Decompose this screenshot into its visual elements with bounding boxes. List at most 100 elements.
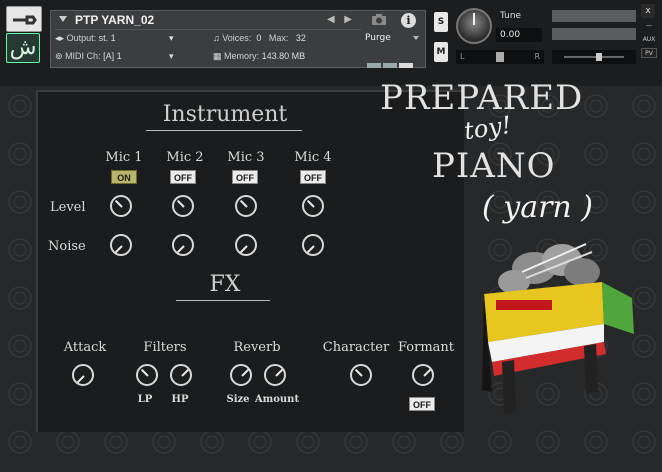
brand-toy: toy! <box>462 110 514 146</box>
formant-label: Formant <box>397 340 455 355</box>
mic-3-level-knob[interactable] <box>235 195 257 217</box>
volume-track <box>564 56 624 58</box>
brand-yarn: ( yarn ) <box>482 190 593 225</box>
purge-menu[interactable]: Purge <box>365 33 421 47</box>
aux-button[interactable]: AUX <box>641 36 657 43</box>
info-icon[interactable]: i <box>401 13 416 28</box>
pan-slider[interactable]: L R <box>456 50 544 64</box>
level-row-label: Level <box>50 200 86 215</box>
memory-label: Memory: <box>224 51 260 61</box>
character-label: Character <box>322 340 390 355</box>
meter-segment <box>399 63 413 68</box>
max-voices-value[interactable]: 32 <box>296 33 306 43</box>
camera-icon[interactable] <box>371 13 387 27</box>
reverb-label: Reverb <box>233 340 281 355</box>
volume-handle[interactable] <box>596 53 602 61</box>
mic-4-toggle[interactable]: OFF <box>300 170 326 184</box>
knob-indicator <box>114 199 123 208</box>
knob-indicator <box>140 368 149 377</box>
dropdown-caret-icon: ▾ <box>169 33 174 43</box>
knob-indicator <box>239 245 248 254</box>
instrument-logo-icon[interactable]: ش <box>6 33 40 63</box>
hp-filter-knob[interactable] <box>170 364 192 386</box>
voices-icon: ♫ <box>213 33 220 43</box>
size-label: Size <box>226 394 250 405</box>
mic-1-toggle[interactable]: ON <box>111 170 137 184</box>
character-knob[interactable] <box>350 364 372 386</box>
purge-meters <box>367 53 419 68</box>
memory-row: ▦ Memory: 143.80 MB <box>213 51 305 62</box>
dropdown-caret-icon <box>413 36 419 40</box>
output-row[interactable]: ◂▸ Output: st. 1 <box>55 33 116 44</box>
mic-3-toggle[interactable]: OFF <box>232 170 258 184</box>
header-divider <box>55 29 361 30</box>
output-value: st. 1 <box>98 33 116 43</box>
amount-label: Amount <box>254 394 300 405</box>
purge-label: Purge <box>365 33 391 43</box>
max-label: Max: <box>268 33 289 43</box>
midi-row[interactable]: ⊚ MIDI Ch: [A] 1 <box>55 51 122 62</box>
attack-label: Attack <box>63 340 107 355</box>
mic-2-level-knob[interactable] <box>172 195 194 217</box>
next-arrow-icon[interactable]: ▶ <box>344 14 352 25</box>
lp-filter-knob[interactable] <box>136 364 158 386</box>
reverb-size-knob[interactable] <box>230 364 252 386</box>
minimize-icon[interactable]: — <box>641 22 657 29</box>
instrument-name[interactable]: PTP YARN_02 <box>59 13 154 27</box>
tune-value[interactable]: 0.00 <box>496 28 542 42</box>
attack-knob[interactable] <box>72 364 94 386</box>
midi-label: MIDI Ch: <box>65 51 101 61</box>
volume-slider[interactable] <box>552 50 636 64</box>
formant-knob[interactable] <box>412 364 434 386</box>
mute-button[interactable]: M <box>434 42 448 62</box>
mic-2-noise-knob[interactable] <box>172 234 194 256</box>
knob-indicator <box>306 245 315 254</box>
level-meter-right <box>552 28 636 40</box>
voices-value: 0 <box>256 33 262 43</box>
prev-arrow-icon[interactable]: ◀ <box>327 14 335 25</box>
kontakt-header: ش PTP YARN_02 ◀ ▶ i ◂▸ Output: st. 1 ▾ ♫… <box>0 0 662 86</box>
mic-4-level-knob[interactable] <box>302 195 324 217</box>
knob-indicator <box>114 245 123 254</box>
knob-indicator <box>423 368 432 377</box>
brand-prepared: PREPARED <box>380 78 584 118</box>
instrument-name-label: PTP YARN_02 <box>75 13 155 27</box>
solo-button[interactable]: S <box>434 12 448 32</box>
tune-knob[interactable] <box>456 8 492 44</box>
noise-row-label: Noise <box>48 239 86 254</box>
pan-handle[interactable] <box>496 52 504 62</box>
mic-4-label: Mic 4 <box>294 150 332 165</box>
voices-label: Voices: <box>222 33 252 43</box>
mic-1-noise-knob[interactable] <box>110 234 132 256</box>
knob-indicator <box>306 199 315 208</box>
knob-indicator <box>241 368 250 377</box>
mic-2-toggle[interactable]: OFF <box>170 170 196 184</box>
formant-toggle[interactable]: OFF <box>409 397 435 411</box>
memory-value: 143.80 MB <box>261 51 306 61</box>
collapse-triangle-icon[interactable] <box>59 16 67 22</box>
instrument-nav-arrows[interactable]: ◀ ▶ <box>327 14 352 25</box>
wrench-icon[interactable] <box>6 6 42 32</box>
close-icon[interactable]: x <box>641 4 655 18</box>
mic-3-noise-knob[interactable] <box>235 234 257 256</box>
mic-1-label: Mic 1 <box>105 150 143 165</box>
knob-indicator <box>354 368 363 377</box>
tune-label: Tune <box>500 11 522 21</box>
knob-indicator <box>76 375 85 384</box>
toy-piano-illustration <box>482 243 634 414</box>
level-meter-left <box>552 10 636 22</box>
reverb-amount-knob[interactable] <box>264 364 286 386</box>
midi-dropdown[interactable]: ▾ <box>169 51 174 62</box>
pv-button[interactable]: PV <box>641 48 657 58</box>
output-dropdown[interactable]: ▾ <box>169 33 174 44</box>
knob-indicator <box>239 199 248 208</box>
midi-channel-value: [A] 1 <box>103 51 122 61</box>
output-icon: ◂▸ <box>55 33 65 43</box>
instrument-heading: Instrument <box>162 102 288 127</box>
mic-4-noise-knob[interactable] <box>302 234 324 256</box>
mic-1-level-knob[interactable] <box>110 195 132 217</box>
output-label: Output: <box>66 33 97 43</box>
heading-ornament <box>146 130 302 131</box>
pan-left-label: L <box>460 52 465 61</box>
instrument-header-panel: PTP YARN_02 ◀ ▶ i ◂▸ Output: st. 1 ▾ ♫ V… <box>50 10 426 68</box>
